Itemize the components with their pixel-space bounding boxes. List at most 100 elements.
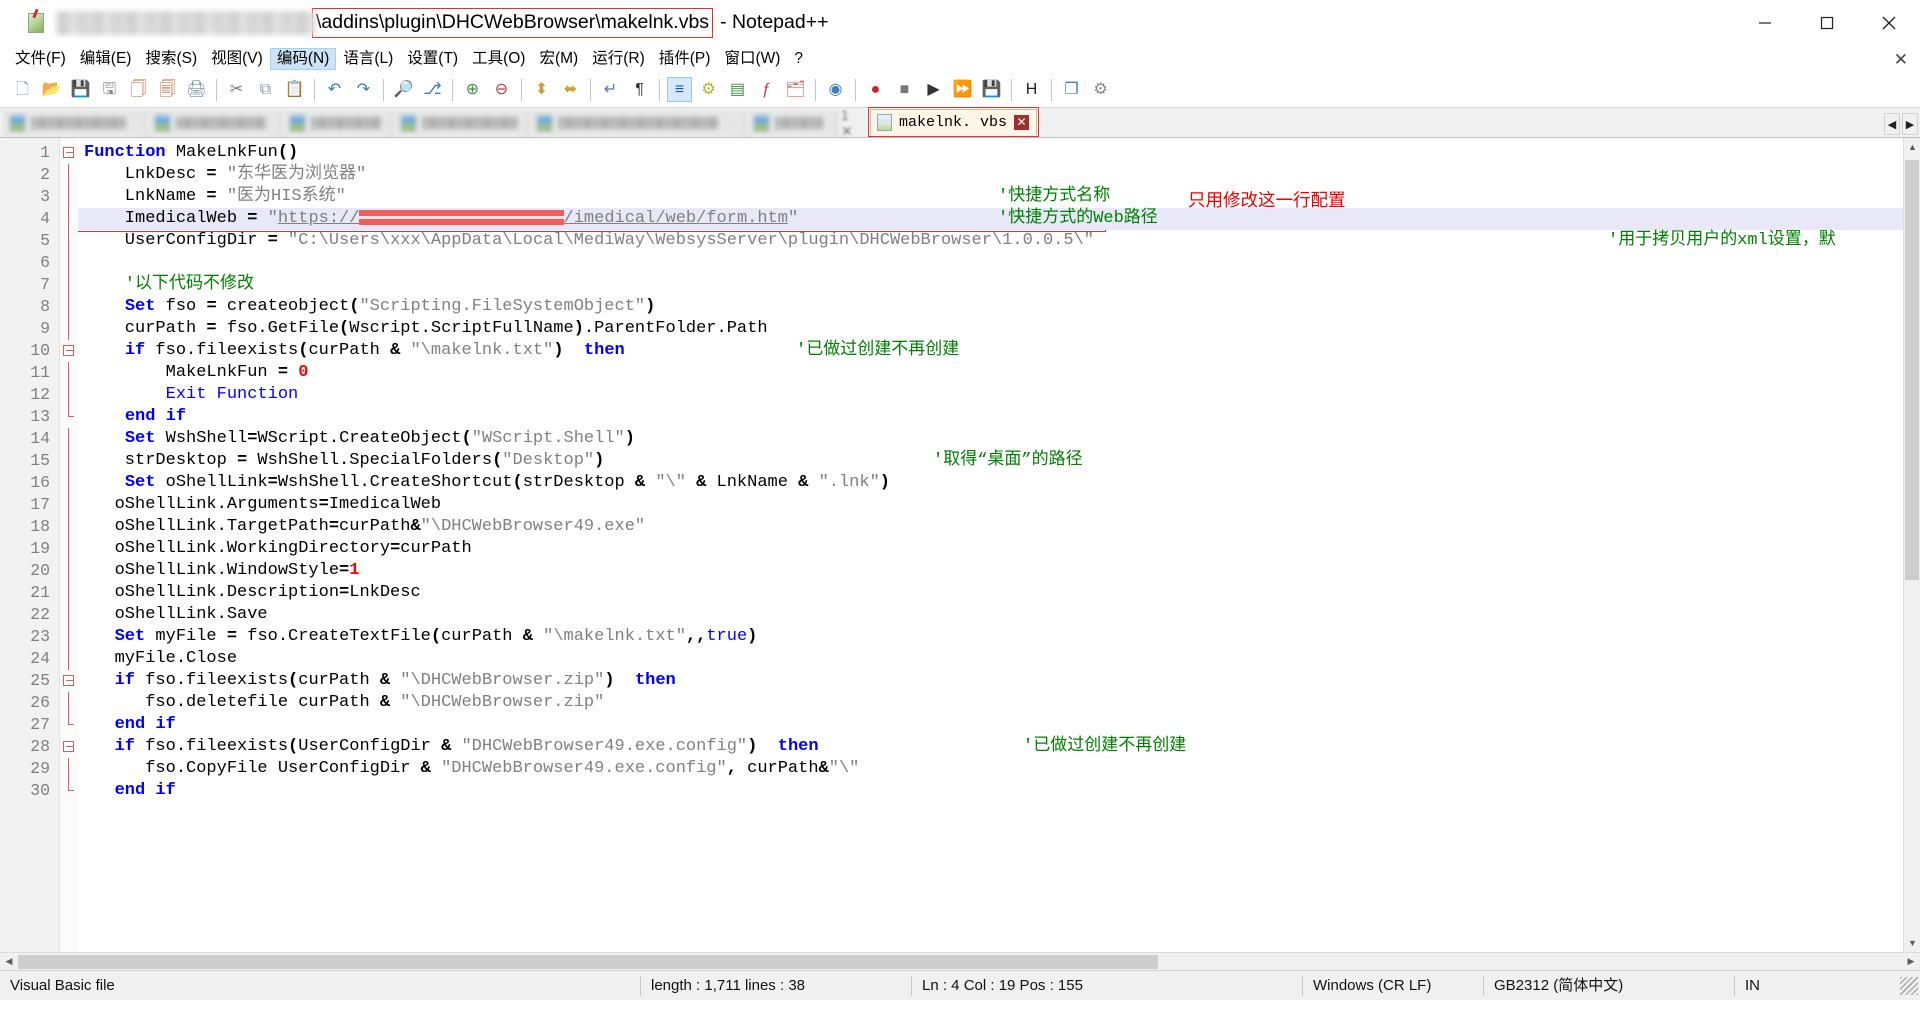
monitor-icon[interactable]: ◉	[823, 77, 848, 102]
fold-cell[interactable]	[60, 164, 78, 186]
fold-cell[interactable]	[60, 648, 78, 670]
tab-blurred-5[interactable]	[745, 109, 838, 137]
open-file-icon[interactable]: 📂	[39, 77, 64, 102]
sync-v-scroll-icon[interactable]: ⬍	[529, 77, 554, 102]
folder-as-workspace-icon[interactable]: 🗂	[783, 77, 808, 102]
tab-close-icon-blurred[interactable]: 1 ✕	[841, 109, 862, 137]
fold-cell[interactable]	[60, 252, 78, 274]
show-all-chars-icon[interactable]: ¶	[627, 77, 652, 102]
fold-cell[interactable]	[60, 670, 78, 692]
scroll-down-icon[interactable]: ▼	[1904, 934, 1920, 952]
scroll-right-icon[interactable]: ▶	[1902, 953, 1920, 971]
fold-cell[interactable]	[60, 406, 78, 428]
new-file-icon[interactable]: 🗋	[10, 77, 35, 102]
indent-guide-icon[interactable]: ≡	[667, 77, 692, 102]
code-line-12[interactable]: Exit Function	[78, 384, 1920, 406]
fold-collapse-icon[interactable]	[63, 675, 74, 686]
fold-cell[interactable]	[60, 450, 78, 472]
vertical-scrollbar[interactable]: ▲ ▼	[1903, 138, 1920, 952]
code-line-3[interactable]: LnkName = "医为HIS系统" '快捷方式名称	[78, 186, 1920, 208]
scroll-up-icon[interactable]: ▲	[1904, 138, 1920, 156]
fold-collapse-icon[interactable]	[63, 741, 74, 752]
menu-item-4[interactable]: 编码(N)	[269, 47, 337, 71]
tab-close-icon[interactable]: ✕	[1014, 115, 1030, 130]
menu-item-0[interactable]: 文件(F)	[8, 48, 73, 71]
code-line-16[interactable]: Set oShellLink=WshShell.CreateShortcut(s…	[78, 472, 1920, 494]
function-list-icon[interactable]: ƒ	[754, 77, 779, 102]
menu-item-8[interactable]: 宏(M)	[532, 48, 585, 71]
redo-icon[interactable]: ↷	[351, 77, 376, 102]
show-hide-icon[interactable]: H	[1019, 77, 1044, 102]
code-line-9[interactable]: curPath = fso.GetFile(Wscript.ScriptFull…	[78, 318, 1920, 340]
menu-item-10[interactable]: 插件(P)	[652, 48, 718, 71]
maximize-button[interactable]	[1796, 0, 1858, 46]
menu-item-9[interactable]: 运行(R)	[585, 48, 652, 71]
code-line-18[interactable]: oShellLink.TargetPath=curPath&"\DHCWebBr…	[78, 516, 1920, 538]
fold-cell[interactable]	[60, 208, 78, 230]
code-line-19[interactable]: oShellLink.WorkingDirectory=curPath	[78, 538, 1920, 560]
copy-icon[interactable]: ⧉	[253, 77, 278, 102]
code-line-6[interactable]	[78, 252, 1920, 274]
menu-item-11[interactable]: 窗口(W)	[717, 48, 787, 71]
status-insert-mode[interactable]: IN	[1735, 971, 1770, 1001]
fold-cell[interactable]	[60, 472, 78, 494]
fold-cell[interactable]	[60, 626, 78, 648]
fold-cell[interactable]	[60, 274, 78, 296]
code-line-14[interactable]: Set WshShell=WScript.CreateObject("WScri…	[78, 428, 1920, 450]
code-line-7[interactable]: '以下代码不修改	[78, 274, 1920, 296]
fold-cell[interactable]	[60, 714, 78, 736]
fold-margin[interactable]	[60, 138, 78, 952]
zoom-in-icon[interactable]: ⊕	[460, 77, 485, 102]
code-line-1[interactable]: Function MakeLnkFun()	[78, 142, 1920, 164]
resize-grip-icon[interactable]	[1900, 976, 1918, 995]
fold-cell[interactable]	[60, 318, 78, 340]
status-encoding[interactable]: GB2312 (简体中文)	[1484, 971, 1734, 1001]
fold-cell[interactable]	[60, 494, 78, 516]
fold-cell[interactable]	[60, 758, 78, 780]
fold-cell[interactable]	[60, 230, 78, 252]
tab-scroll-right-icon[interactable]: ▶	[1902, 113, 1918, 135]
sync-h-scroll-icon[interactable]: ⬌	[558, 77, 583, 102]
fold-cell[interactable]	[60, 142, 78, 164]
horizontal-scrollbar[interactable]: ◀ ▶	[0, 952, 1920, 970]
code-line-15[interactable]: strDesktop = WshShell.SpecialFolders("De…	[78, 450, 1920, 472]
fold-cell[interactable]	[60, 560, 78, 582]
fold-cell[interactable]	[60, 428, 78, 450]
menu-item-12[interactable]: ?	[787, 48, 810, 71]
fold-cell[interactable]	[60, 186, 78, 208]
code-line-13[interactable]: end if	[78, 406, 1920, 428]
tab-blurred-1[interactable]	[147, 109, 282, 137]
paste-icon[interactable]: 📋	[282, 77, 307, 102]
menu-item-7[interactable]: 工具(O)	[465, 48, 532, 71]
fold-cell[interactable]	[60, 384, 78, 406]
tab-scroll-left-icon[interactable]: ◀	[1884, 113, 1900, 135]
close-all-icon[interactable]: 🗐	[155, 77, 180, 102]
status-eol-format[interactable]: Windows (CR LF)	[1303, 971, 1483, 1001]
fold-cell[interactable]	[60, 582, 78, 604]
close-file-icon[interactable]: 🗍	[126, 77, 151, 102]
code-line-24[interactable]: myFile.Close	[78, 648, 1920, 670]
menu-item-6[interactable]: 设置(T)	[400, 48, 465, 71]
run-macro-multi-icon[interactable]: ⏩	[950, 77, 975, 102]
fold-cell[interactable]	[60, 296, 78, 318]
undo-icon[interactable]: ↶	[322, 77, 347, 102]
run-icon[interactable]: ❐	[1059, 77, 1084, 102]
fold-cell[interactable]	[60, 692, 78, 714]
code-line-8[interactable]: Set fso = createobject("Scripting.FileSy…	[78, 296, 1920, 318]
find-icon[interactable]: 🔎	[391, 77, 416, 102]
fold-cell[interactable]	[60, 516, 78, 538]
code-line-28[interactable]: if fso.fileexists(UserConfigDir & "DHCWe…	[78, 736, 1920, 758]
playback-macro-icon[interactable]: ▶	[921, 77, 946, 102]
code-line-17[interactable]: oShellLink.Arguments=ImedicalWeb	[78, 494, 1920, 516]
save-icon[interactable]: 💾	[68, 77, 93, 102]
replace-icon[interactable]: ⎇	[420, 77, 445, 102]
print-icon[interactable]: 🖨	[184, 77, 209, 102]
code-line-10[interactable]: if fso.fileexists(curPath & "\makelnk.tx…	[78, 340, 1920, 362]
code-line-4[interactable]: ImedicalWeb = "https://114.242.246.242:1…	[78, 208, 1920, 230]
code-line-27[interactable]: end if	[78, 714, 1920, 736]
tab-blurred-3[interactable]	[392, 109, 529, 137]
cut-icon[interactable]: ✂	[224, 77, 249, 102]
menu-item-5[interactable]: 语言(L)	[336, 48, 400, 71]
user-lang-icon[interactable]: ⚙	[696, 77, 721, 102]
menu-item-3[interactable]: 视图(V)	[204, 48, 270, 71]
